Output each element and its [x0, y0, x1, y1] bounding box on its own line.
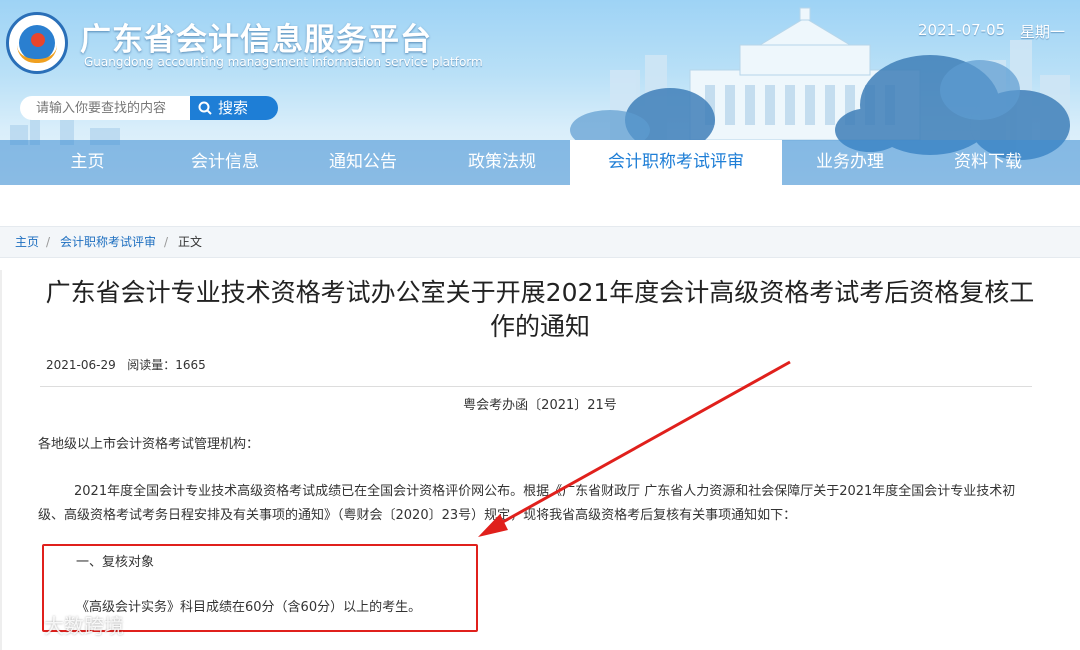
article-paragraph: 2021年度全国会计专业技术高级资格考试成绩已在全国会计资格评价网公布。根据《广… — [38, 484, 1016, 523]
nav-item-accounting-info[interactable]: 会计信息 — [175, 140, 275, 185]
watermark-text: 大数跨境 — [44, 614, 124, 638]
salutation: 各地级以上市会计资格考试管理机构： — [38, 437, 260, 452]
site-subtitle: Guangdong accounting management informat… — [84, 55, 483, 69]
nav-item-policies[interactable]: 政策法规 — [452, 140, 552, 185]
search-button-label: 搜索 — [218, 99, 249, 117]
nav-item-services[interactable]: 业务办理 — [800, 140, 900, 185]
site-title: 广东省会计信息服务平台 — [80, 22, 432, 58]
breadcrumb-separator: / — [46, 235, 51, 249]
site-logo[interactable] — [6, 12, 68, 74]
current-date: 2021-07-05 — [918, 21, 1006, 39]
document-number: 粤会考办函〔2021〕21号 — [463, 398, 617, 413]
breadcrumb-separator: / — [164, 235, 169, 249]
watermark-logo-icon — [10, 619, 40, 636]
nav-item-exam-review[interactable]: 会计职称考试评审 — [570, 140, 782, 185]
nav-item-downloads[interactable]: 资料下载 — [938, 140, 1038, 185]
breadcrumb: 主页 / 会计职称考试评审 / 正文 — [0, 226, 1080, 258]
article-meta: 2021-06-29 阅读量：1665 — [46, 356, 206, 373]
current-weekday: 星期一 — [1020, 23, 1066, 41]
watermark: 大数跨境 — [10, 610, 124, 639]
nav-item-notices[interactable]: 通知公告 — [313, 140, 413, 185]
breadcrumb-home[interactable]: 主页 — [15, 227, 39, 257]
search-button[interactable]: 搜索 — [190, 96, 278, 120]
views-count: 1665 — [175, 358, 206, 372]
search-icon — [198, 101, 212, 115]
views-label: 阅读量： — [127, 358, 176, 372]
article-date: 2021-06-29 — [46, 358, 116, 372]
divider — [40, 386, 1032, 387]
article-title: 广东省会计专业技术资格考试办公室关于开展2021年度会计高级资格考试考后资格复核… — [45, 278, 1035, 341]
breadcrumb-current: 正文 — [178, 235, 203, 249]
search-input[interactable] — [20, 96, 190, 120]
content-left-border — [0, 270, 2, 650]
breadcrumb-section[interactable]: 会计职称考试评审 — [60, 227, 156, 257]
nav-item-home[interactable]: 主页 — [40, 140, 135, 185]
